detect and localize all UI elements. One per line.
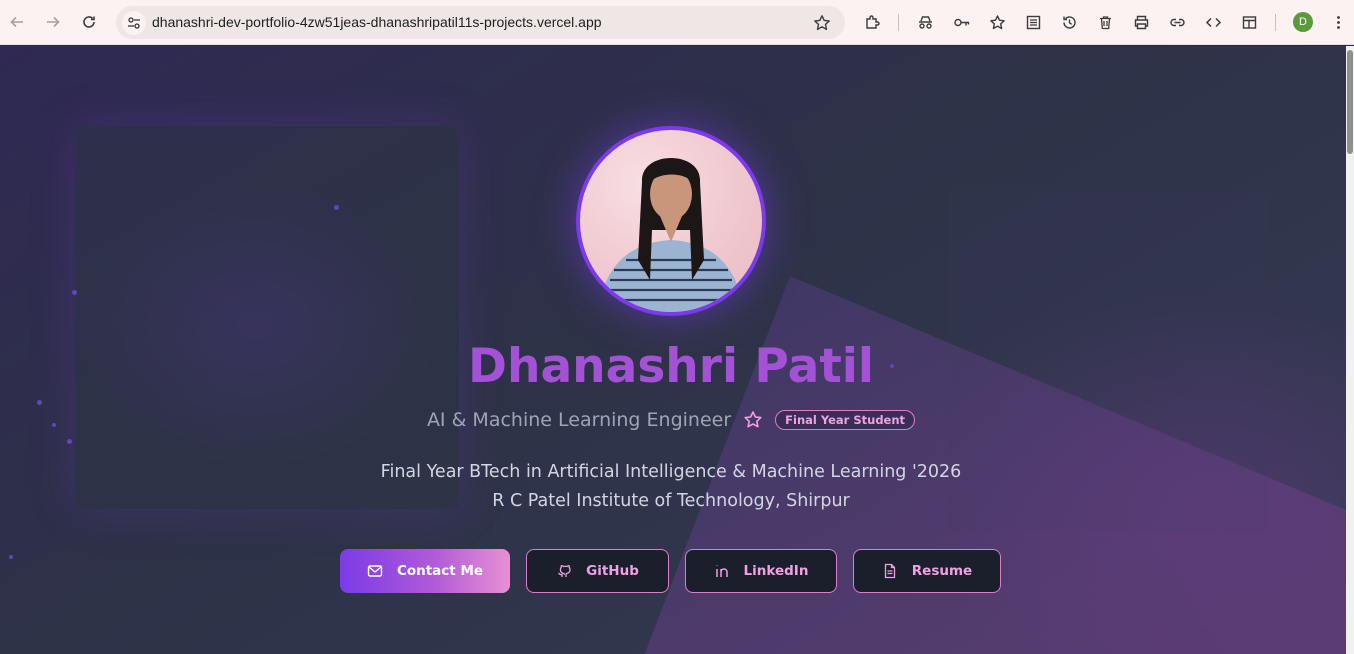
key-icon xyxy=(953,18,969,26)
copy-link-button[interactable] xyxy=(1167,12,1187,32)
tune-icon xyxy=(128,17,140,29)
passwords-button[interactable] xyxy=(951,12,971,32)
background-panel xyxy=(75,126,459,509)
particle-dot xyxy=(9,555,13,559)
institute-line: R C Patel Institute of Technology, Shirp… xyxy=(492,491,850,511)
site-info-button[interactable] xyxy=(122,11,146,35)
particle-dot xyxy=(72,290,77,295)
status-badge: Final Year Student xyxy=(775,410,916,430)
bookmarks-icon xyxy=(989,14,1005,29)
reading-list-button[interactable] xyxy=(1023,12,1043,32)
bookmark-star-icon[interactable] xyxy=(813,14,831,32)
reading-list-icon xyxy=(1026,15,1040,29)
extensions-icon xyxy=(865,14,880,29)
reload-icon xyxy=(83,16,95,28)
back-arrow-icon xyxy=(10,16,23,28)
subtitle-row: AI & Machine Learning Engineer Final Yea… xyxy=(0,408,1342,432)
github-button[interactable]: GitHub xyxy=(526,549,669,593)
extensions-button[interactable] xyxy=(862,12,882,32)
particle-dot xyxy=(67,439,72,444)
profile-photo xyxy=(576,126,766,316)
github-icon xyxy=(558,565,571,577)
contact-label: Contact Me xyxy=(396,563,484,579)
hero-section: Dhanashri Patil AI & Machine Learning En… xyxy=(0,46,1346,654)
github-label: GitHub xyxy=(586,563,639,579)
toolbar-divider xyxy=(1275,14,1276,31)
history-icon xyxy=(1062,15,1076,29)
star-icon xyxy=(744,411,762,428)
browser-toolbar: dhanashri-dev-portfolio-4zw51jeas-dhanas… xyxy=(0,0,1354,45)
education-line: Final Year BTech in Artificial Intellige… xyxy=(380,462,962,482)
hero-subtitle: AI & Machine Learning Engineer xyxy=(426,409,732,431)
particle-dot xyxy=(37,400,42,405)
devtools-button[interactable] xyxy=(1203,12,1223,32)
linkedin-icon xyxy=(715,565,728,577)
incognito-button[interactable] xyxy=(915,12,935,32)
toolbar-divider xyxy=(898,14,899,31)
history-button[interactable] xyxy=(1059,12,1079,32)
incognito-icon xyxy=(918,15,932,29)
resume-button[interactable]: Resume xyxy=(853,549,1001,593)
resume-label: Resume xyxy=(911,563,973,579)
side-panel-icon xyxy=(1242,15,1256,29)
forward-arrow-icon xyxy=(47,16,60,28)
menu-dots-icon xyxy=(1336,15,1340,29)
linkedin-button[interactable]: LinkedIn xyxy=(685,549,837,593)
scrollbar-thumb[interactable] xyxy=(1347,50,1353,154)
linkedin-label: LinkedIn xyxy=(743,563,809,579)
code-icon xyxy=(1205,17,1221,27)
reload-button[interactable] xyxy=(75,8,103,36)
particle-dot xyxy=(334,205,339,210)
print-icon xyxy=(1134,15,1148,29)
browser-menu-button[interactable] xyxy=(1328,12,1348,32)
hero-name: Dhanashri Patil xyxy=(467,339,875,394)
address-bar[interactable]: dhanashri-dev-portfolio-4zw51jeas-dhanas… xyxy=(116,6,845,39)
forward-button[interactable] xyxy=(39,8,67,36)
bookmarks-button[interactable] xyxy=(987,12,1007,32)
mail-icon xyxy=(367,565,383,577)
clear-data-button[interactable] xyxy=(1095,12,1115,32)
contact-button[interactable]: Contact Me xyxy=(340,549,510,593)
side-panel-button[interactable] xyxy=(1239,12,1259,32)
back-button[interactable] xyxy=(3,8,31,36)
url-text: dhanashri-dev-portfolio-4zw51jeas-dhanas… xyxy=(152,14,602,30)
document-icon xyxy=(884,563,895,579)
link-icon xyxy=(1169,18,1185,26)
print-button[interactable] xyxy=(1131,12,1151,32)
delete-icon xyxy=(1099,15,1111,29)
profile-avatar[interactable]: D xyxy=(1293,12,1313,32)
